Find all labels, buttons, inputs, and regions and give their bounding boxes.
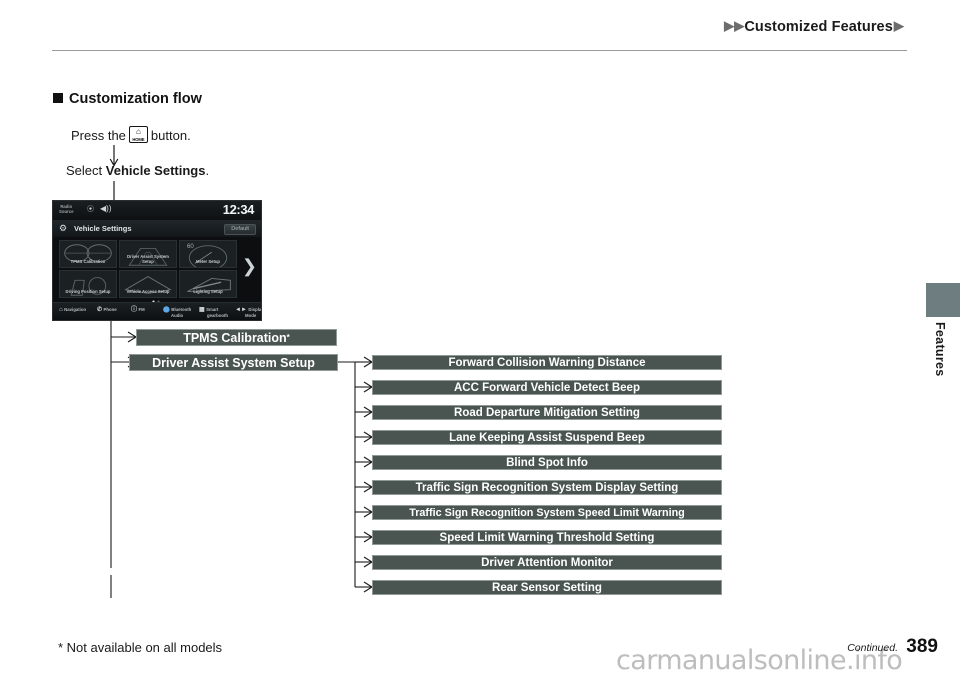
breadcrumb-triangle-icon: ▶ [724, 18, 735, 33]
page-header: ▶▶Customized Features▶ [0, 0, 960, 52]
home-button-icon: ⌂ HOME [128, 126, 148, 143]
screen-nav-fm[interactable]: ⓘ FM [131, 307, 145, 313]
apps-icon: ▦ [199, 306, 205, 313]
page-title: Customization flow [53, 91, 202, 107]
flow-box-label: Rear Sensor Setting [492, 581, 602, 594]
screen-tile-grid: TPMS Calibration Driver Assist System Se… [59, 240, 237, 298]
screen-nav-label: Bluetooth [171, 307, 192, 312]
flow-box-forward-collision-warning-distance[interactable]: Forward Collision Warning Distance [372, 355, 722, 370]
screen-nav-label-2: Audio [171, 312, 184, 318]
flow-box-traffic-sign-recognition-system-display-setting[interactable]: Traffic Sign Recognition System Display … [372, 480, 722, 495]
screen-nav-label: Smart [206, 307, 219, 312]
bluetooth-icon: ⬤ [163, 306, 170, 313]
flow-box-lane-keeping-assist-suspend-beep[interactable]: Lane Keeping Assist Suspend Beep [372, 430, 722, 445]
step-select-suffix: . [205, 163, 210, 178]
screen-status-bar: Radio Source ⦿ ◀)) 12:34 [53, 201, 261, 221]
screen-nav-label-2: gearbooth [207, 312, 229, 318]
flow-box-label: Traffic Sign Recognition System Speed Li… [409, 506, 685, 519]
screen-tile-tpms[interactable]: TPMS Calibration [59, 240, 117, 268]
flow-arrow-down-2 [113, 181, 115, 201]
screen-nav-smart-gearbooth[interactable]: ▦ Smart gearbooth [199, 307, 228, 318]
step-select-prefix: Select [66, 163, 103, 178]
flow-box-label: Blind Spot Info [506, 456, 588, 469]
screen-tile-label: TPMS Calibration [70, 259, 106, 265]
display-mode-icon: ◄► [235, 306, 247, 313]
screen-nav-label-2: Mode [245, 312, 257, 318]
flow-box-blind-spot-info[interactable]: Blind Spot Info [372, 455, 722, 470]
gear-icon: ⚙ [59, 223, 68, 233]
screen-tile-driver-assist[interactable]: Driver Assist System Setup [119, 240, 177, 268]
flow-box-label: Road Departure Mitigation Setting [454, 406, 640, 419]
home-button-caption: HOME [132, 136, 145, 142]
chapter-tab-marker [926, 283, 960, 317]
flow-box-acc-forward-vehicle-detect-beep[interactable]: ACC Forward Vehicle Detect Beep [372, 380, 722, 395]
flow-box-label: ACC Forward Vehicle Detect Beep [454, 381, 640, 394]
screen-tile-meter-setup[interactable]: 60 Meter Setup [179, 240, 237, 268]
screen-next-page-chevron-icon[interactable]: ❯ [242, 257, 257, 275]
phone-icon: ✆ [97, 306, 103, 313]
info-icon: ⓘ [131, 306, 138, 313]
breadcrumb-triangle-icon-2: ▶ [734, 18, 745, 33]
step-press-prefix: Press the [71, 128, 126, 143]
screen-tile-driving-position[interactable]: Driving Position Setup [59, 270, 117, 298]
breadcrumb-title: Customized Features [744, 19, 893, 35]
breadcrumb: ▶▶Customized Features▶ [724, 18, 904, 35]
footnote: * Not available on all models [58, 640, 223, 655]
flow-box-label: Lane Keeping Assist Suspend Beep [449, 431, 645, 444]
square-bullet-icon [53, 93, 63, 103]
flow-box-label: Driver Attention Monitor [481, 556, 613, 569]
screen-default-button[interactable]: Default [224, 223, 256, 235]
flow-box-driver-attention-monitor[interactable]: Driver Attention Monitor [372, 555, 722, 570]
screen-title-bar: ⚙ Vehicle Settings Default [53, 220, 261, 237]
flow-box-label: Speed Limit Warning Threshold Setting [439, 531, 655, 544]
flow-box-road-departure-mitigation-setting[interactable]: Road Departure Mitigation Setting [372, 405, 722, 420]
vehicle-settings-screenshot: Radio Source ⦿ ◀)) 12:34 ⚙ Vehicle Setti… [52, 200, 262, 321]
screen-clock: 12:34 [222, 202, 255, 217]
continued-label: Continued. [847, 642, 898, 654]
screen-nav-label: FM [138, 307, 145, 312]
screen-tile-label: Driving Position Setup [65, 289, 111, 295]
screen-nav-label: Display [248, 307, 262, 312]
screen-tile-label: Vehicle Access Setup [126, 289, 170, 295]
section-heading-text: Customization flow [69, 91, 202, 107]
flow-box-rear-sensor-setting[interactable]: Rear Sensor Setting [372, 580, 722, 595]
screen-nav-label: Phone [103, 307, 117, 312]
screen-title: Vehicle Settings [74, 224, 132, 233]
screen-nav-bar: ⌂ Navigation ✆ Phone ⓘ FM ⬤ Bluetooth Audio ▦… [53, 302, 261, 320]
screen-volume-icon: ◀)) [100, 204, 112, 213]
screen-bluetooth-icon: ⦿ [87, 206, 94, 213]
home-icon: ⌂ [59, 306, 63, 313]
step-select-target: Vehicle Settings [105, 163, 206, 178]
step-press-suffix: button. [150, 128, 191, 143]
screen-nav-phone[interactable]: ✆ Phone [97, 307, 117, 313]
flow-box-label: Forward Collision Warning Distance [448, 356, 646, 369]
screen-source-label: Radio Source [59, 204, 74, 214]
header-divider [52, 50, 907, 51]
flow-box-tpms-calibration[interactable]: TPMS Calibration * [136, 329, 337, 346]
screen-tile-label: Meter Setup [196, 259, 220, 265]
flow-box-speed-limit-warning-threshold-setting[interactable]: Speed Limit Warning Threshold Setting [372, 530, 722, 545]
screen-nav-navigation[interactable]: ⌂ Navigation [59, 307, 86, 313]
flow-box-traffic-sign-recognition-system-speed-limit-warning[interactable]: Traffic Sign Recognition System Speed Li… [372, 505, 722, 520]
screen-nav-display-mode[interactable]: ◄►DisplayMode [235, 306, 262, 318]
step-press-home: Press the ⌂ HOME button. [71, 126, 191, 143]
flow-box-label: TPMS Calibration [183, 330, 287, 345]
flow-box-driver-assist-system-setup[interactable]: Driver Assist System Setup [129, 354, 338, 371]
breadcrumb-triangle-icon-3: ▶ [893, 18, 904, 33]
screen-tile-vehicle-access[interactable]: Vehicle Access Setup [119, 270, 177, 298]
flow-box-label: Driver Assist System Setup [152, 355, 315, 370]
chapter-tab-label: Features [933, 322, 947, 377]
screen-tile-lighting-setup[interactable]: Lighting Setup [179, 270, 237, 298]
screen-nav-bluetooth-audio[interactable]: ⬤ Bluetooth Audio [163, 307, 191, 318]
flow-box-asterisk: * [286, 333, 290, 342]
house-glyph-icon: ⌂ [136, 127, 141, 136]
screen-nav-label: Navigation [64, 307, 87, 312]
flow-box-label: Traffic Sign Recognition System Display … [415, 481, 679, 494]
screen-tile-label: Driver Assist System Setup [127, 254, 169, 265]
page-number: 389 [906, 636, 938, 657]
screen-source-line2: Source [59, 209, 74, 214]
screen-tile-label: Lighting Setup [193, 289, 223, 295]
step-select-vehicle-settings: Select Vehicle Settings. [66, 163, 209, 178]
